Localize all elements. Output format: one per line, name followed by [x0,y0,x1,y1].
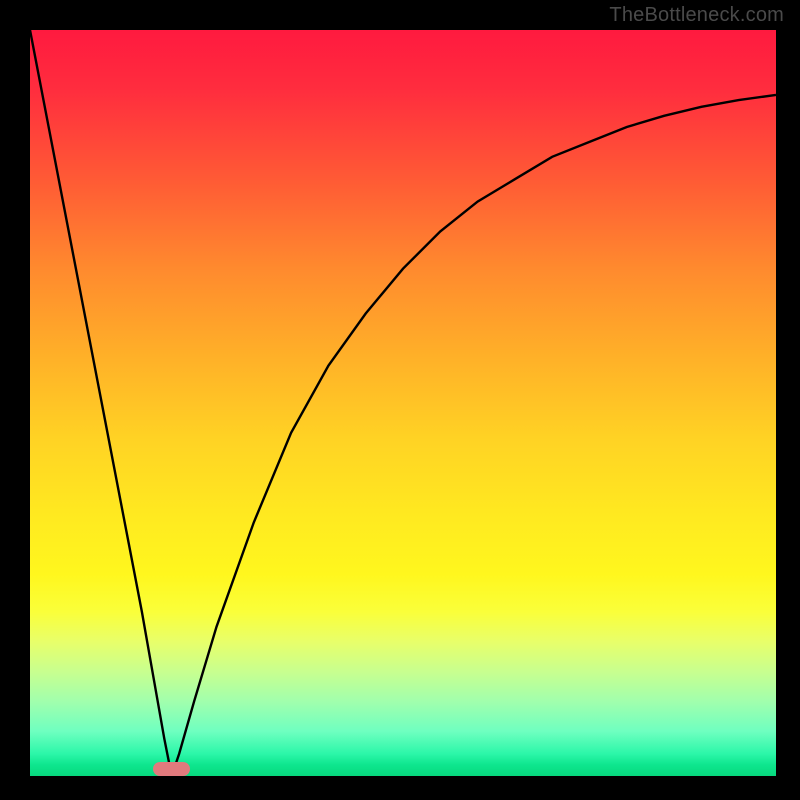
optimal-marker [153,762,190,776]
frame-border-right [776,0,800,800]
watermark-text: TheBottleneck.com [609,4,784,27]
chart-frame: TheBottleneck.com [0,0,800,800]
bottleneck-curve [30,30,776,776]
frame-border-left [0,0,30,800]
frame-border-bottom [0,776,800,800]
curve-path [30,30,776,776]
plot-area [30,30,776,776]
